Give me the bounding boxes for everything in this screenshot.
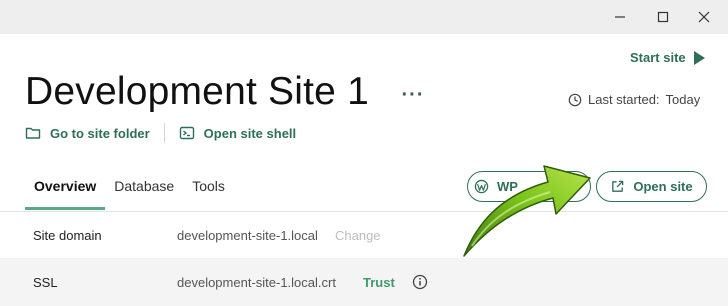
tab-database[interactable]: Database (105, 171, 183, 210)
wp-admin-label: WP (497, 179, 518, 194)
start-site-label: Start site (630, 50, 686, 65)
ssl-row: SSL development-site-1.local.crt Trust (0, 258, 728, 306)
more-options-button[interactable]: ··· (396, 83, 430, 106)
site-domain-row: Site domain development-site-1.local Cha… (0, 212, 728, 258)
close-icon[interactable] (690, 4, 718, 30)
open-site-button[interactable]: Open site (596, 171, 707, 202)
start-site-button[interactable]: Start site (630, 50, 705, 65)
site-domain-label: Site domain (33, 227, 102, 243)
window-titlebar (0, 0, 728, 34)
info-icon[interactable] (412, 274, 428, 290)
change-domain-link[interactable]: Change (335, 228, 381, 243)
go-to-site-folder-link[interactable]: Go to site folder (25, 125, 150, 141)
site-domain-value: development-site-1.local (177, 227, 318, 243)
trust-ssl-link[interactable]: Trust (363, 275, 395, 290)
tab-tools[interactable]: Tools (183, 171, 234, 210)
ssl-value: development-site-1.local.crt (177, 274, 336, 290)
action-divider (163, 123, 165, 143)
go-to-site-folder-label: Go to site folder (50, 125, 150, 141)
external-link-icon (612, 180, 624, 192)
open-site-label: Open site (633, 179, 693, 194)
site-tabs: Overview Database Tools (25, 171, 234, 210)
folder-icon (25, 127, 41, 139)
page-title: Development Site 1 (25, 70, 369, 113)
ssl-label: SSL (33, 274, 58, 290)
site-actions: Go to site folder Open site shell (25, 123, 296, 143)
terminal-icon (179, 126, 194, 140)
ellipsis-icon: ··· (401, 83, 425, 106)
open-site-shell-link[interactable]: Open site shell (179, 125, 296, 141)
maximize-icon[interactable] (649, 4, 677, 30)
tab-overview[interactable]: Overview (25, 171, 106, 210)
last-started: Last started: Today (568, 92, 700, 107)
last-started-value: Today (665, 92, 701, 107)
wordpress-icon (474, 179, 489, 194)
clock-icon (568, 93, 582, 106)
last-started-label: Last started: (588, 92, 660, 107)
open-site-shell-label: Open site shell (203, 125, 297, 141)
minimize-icon[interactable] (606, 4, 634, 30)
wp-admin-button[interactable]: WP (467, 171, 591, 202)
play-icon (693, 50, 705, 65)
